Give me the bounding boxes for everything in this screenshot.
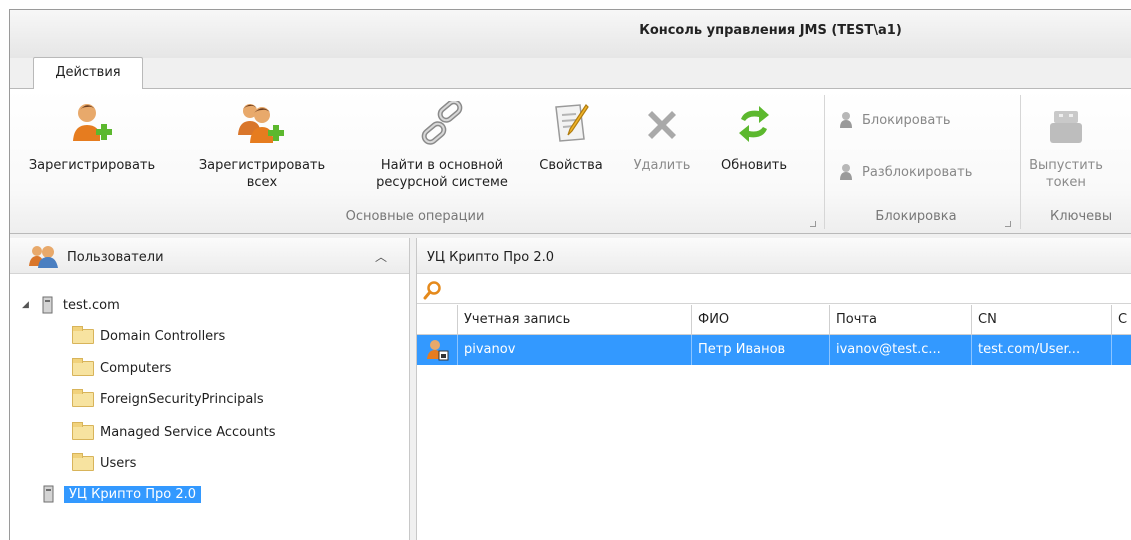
lock-button[interactable]: Блокировать [840,111,951,129]
collapse-chevron-icon[interactable]: ︿ [375,248,387,265]
tree-selected-label: УЦ Крипто Про 2.0 [64,485,202,503]
lock-group-label: Блокировка [875,209,957,224]
tree-node-domain-controllers[interactable]: Domain Controllers [72,325,225,347]
user-cert-icon [417,335,457,365]
main-group-launcher[interactable] [810,221,816,227]
tab-actions[interactable]: Действия [33,57,143,89]
users-add-icon [182,97,342,145]
issue-token-label-line2: токен [1046,175,1086,190]
navigation-pane: Пользователи ︿ ◢ test.com Domain Control… [10,238,410,540]
delete-button[interactable]: Удалить [625,97,699,174]
key-group-label: Ключевы [1050,209,1113,224]
find-label-line1: Найти в основной [380,158,504,173]
tree-node-computers[interactable]: Computers [72,357,171,379]
folder-icon [72,452,94,471]
link-icon [362,97,522,145]
properties-icon [532,97,610,145]
folder-icon [72,325,94,344]
content-title: УЦ Крипто Про 2.0 [427,250,555,265]
search-bar[interactable] [417,274,1131,304]
column-header-account[interactable]: Учетная запись [457,305,691,335]
issue-token-label-line1: Выпустить [1029,158,1103,173]
content-header: УЦ Крипто Про 2.0 [417,238,1131,274]
cell-cn: test.com/User... [971,335,1111,365]
tree-node-managed-service-accounts[interactable]: Managed Service Accounts [72,421,275,443]
register-all-label-line1: Зарегистрировать [198,158,326,173]
pane-header-users[interactable]: Пользователи ︿ [10,238,409,274]
register-button[interactable]: Зарегистрировать [16,97,168,174]
token-icon [1026,97,1106,145]
unlock-button[interactable]: Разблокировать [840,163,972,181]
ribbon: Зарегистрировать Зарегистрировать всех Н… [10,88,1131,234]
register-label: Зарегистрировать [28,158,156,173]
find-in-resource-button[interactable]: Найти в основной ресурсной системе [362,97,522,191]
user-unlock-icon [840,164,852,180]
folder-icon [72,357,94,376]
properties-button[interactable]: Свойства [532,97,610,174]
group-separator [824,95,825,229]
cell-email: ivanov@test.c... [829,335,971,365]
window-title: Консоль управления JMS (TEST\a1) [639,23,902,38]
folder-icon [72,388,94,407]
column-header-icon[interactable] [417,305,457,335]
cell-extra [1111,335,1131,365]
tree-node-users[interactable]: Users [72,452,136,474]
tree-node-ca-cryptopro[interactable]: УЦ Крипто Про 2.0 [42,483,202,505]
delete-icon [625,97,699,145]
refresh-label: Обновить [720,158,788,173]
find-label-line2: ресурсной системе [376,175,508,190]
title-bar: Консоль управления JMS (TEST\a1) [10,10,1131,58]
unlock-label: Разблокировать [862,164,973,180]
lock-label: Блокировать [862,112,951,128]
user-add-icon [16,97,168,145]
tree-root-label: test.com [62,297,120,313]
app-window: Консоль управления JMS (TEST\a1) Действи… [9,9,1131,540]
column-header-email[interactable]: Почта [829,305,971,335]
server-icon [42,296,53,314]
lock-group-launcher[interactable] [1005,221,1011,227]
delete-label: Удалить [633,158,691,173]
register-all-label-line2: всех [246,175,278,190]
cell-account: pivanov [457,335,691,365]
grid-header: Учетная запись ФИО Почта CN С [417,305,1131,335]
column-header-extra[interactable]: С [1111,305,1131,335]
users-header-label: Пользователи [67,250,164,265]
issue-token-button[interactable]: Выпустить токен [1026,97,1106,191]
tree-node-root[interactable]: ◢ test.com [22,294,120,316]
content-pane: УЦ Крипто Про 2.0 Учетная запись ФИО Поч… [416,238,1131,540]
cell-name: Петр Иванов [691,335,829,365]
expand-arrow-icon[interactable]: ◢ [22,300,29,310]
tree-node-foreign-security-principals[interactable]: ForeignSecurityPrincipals [72,388,264,410]
main-group-label: Основные операции [345,209,485,224]
tree-label: Domain Controllers [100,328,226,344]
refresh-button[interactable]: Обновить [714,97,794,174]
column-header-name[interactable]: ФИО [691,305,829,335]
register-all-button[interactable]: Зарегистрировать всех [182,97,342,191]
server-icon [43,485,54,503]
search-icon[interactable] [423,280,443,300]
table-row[interactable]: pivanov Петр Иванов ivanov@test.c... tes… [417,335,1131,365]
properties-label: Свойства [539,158,603,173]
tree-label: ForeignSecurityPrincipals [100,391,264,407]
refresh-icon [714,97,794,145]
users-icon [29,246,58,268]
user-lock-icon [840,112,852,128]
folder-icon [72,421,94,440]
column-header-cn[interactable]: CN [971,305,1111,335]
group-separator [1020,95,1021,229]
tree-label: Users [100,455,137,471]
tree-label: Managed Service Accounts [100,424,276,440]
tree-label: Computers [100,360,172,376]
